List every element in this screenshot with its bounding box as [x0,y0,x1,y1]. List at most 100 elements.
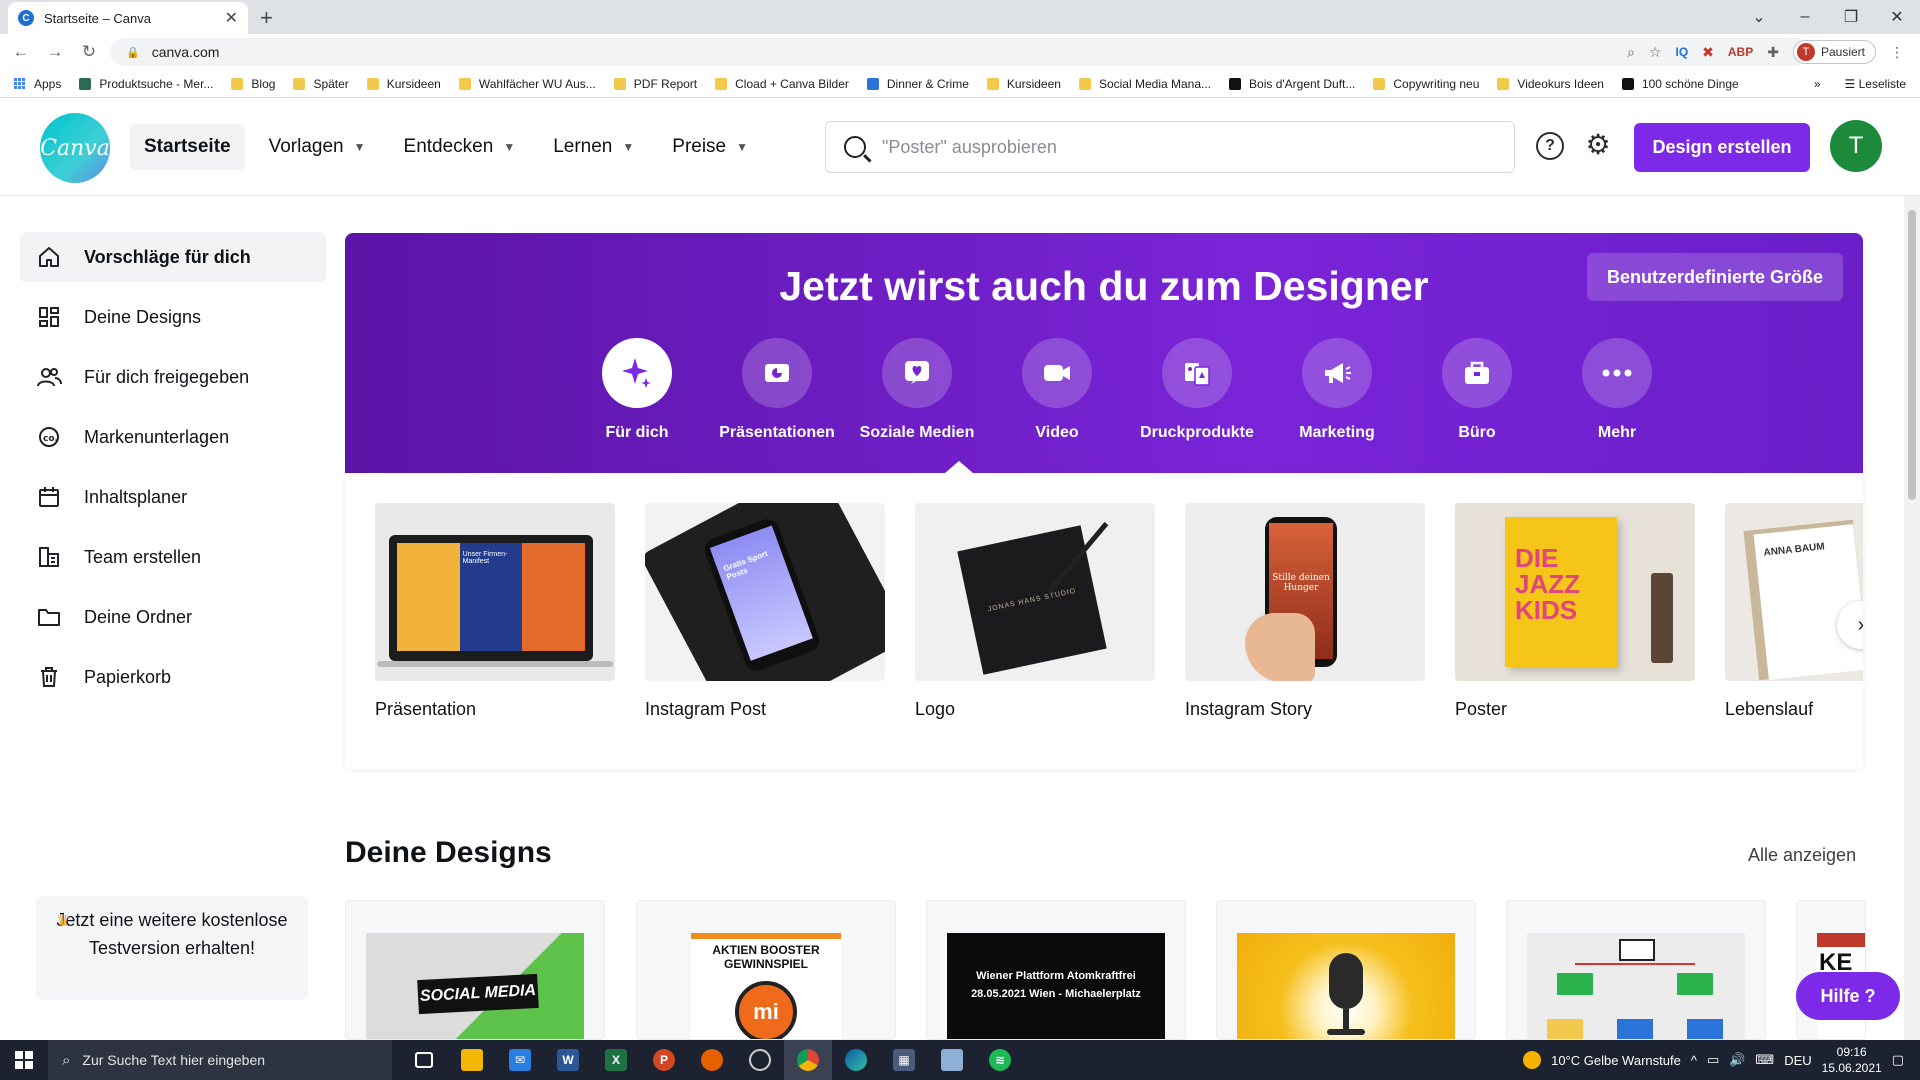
template-card-logo[interactable]: JONAS HANS STUDIO Logo [915,503,1155,720]
nav-preise[interactable]: Preise ▼ [658,124,762,170]
more-bookmarks-icon[interactable]: » [1814,77,1821,91]
nav-entdecken[interactable]: Entdecken ▼ [390,124,530,170]
category-praesentationen[interactable]: Präsentationen [707,338,847,442]
new-tab-button[interactable]: + [260,5,273,31]
close-icon[interactable]: ✕ [225,8,238,28]
bookmark-item[interactable]: Blog [231,77,275,91]
nav-startseite[interactable]: Startseite [130,124,245,170]
bookmark-item[interactable]: Kursideen [986,77,1061,91]
design-card[interactable]: SOCIAL MEDIA [345,900,605,1040]
iq-extension-icon[interactable]: IQ [1675,45,1688,59]
category-marketing[interactable]: Marketing [1267,338,1407,442]
design-card[interactable] [1506,900,1766,1040]
taskbar-app-explorer[interactable] [448,1040,496,1080]
window-close-icon[interactable]: ✕ [1874,7,1920,27]
help-button[interactable]: Hilfe ? [1796,972,1900,1020]
language-indicator[interactable]: DEU [1784,1053,1811,1068]
category-buero[interactable]: Büro [1407,338,1547,442]
adblock-extension-icon[interactable]: ABP [1728,45,1753,59]
bookmark-item[interactable]: Wahlfächer WU Aus... [458,77,596,91]
sidebar-item-markenunterlagen[interactable]: co. Markenunterlagen [20,412,326,462]
bookmark-item[interactable]: Kursideen [366,77,441,91]
search-box[interactable] [825,121,1515,173]
taskbar-app-word[interactable]: W [544,1040,592,1080]
chevron-up-icon[interactable]: ^ [1691,1053,1697,1068]
bookmark-item[interactable]: Videokurs Ideen [1497,77,1604,91]
taskbar-app-firefox[interactable] [688,1040,736,1080]
back-icon[interactable]: ← [8,42,34,62]
nav-lernen[interactable]: Lernen ▼ [539,124,648,170]
taskbar-app-powerpoint[interactable]: P [640,1040,688,1080]
bookmark-item[interactable]: Copywriting neu [1373,77,1479,91]
taskbar-app-mail[interactable]: ✉ [496,1040,544,1080]
windows-start-button[interactable] [0,1040,48,1080]
sidebar-item-deine-designs[interactable]: Deine Designs [20,292,326,342]
reload-icon[interactable]: ↻ [76,42,102,62]
notifications-icon[interactable]: ▢ [1892,1052,1904,1068]
category-soziale-medien[interactable]: Soziale Medien [847,338,987,442]
volume-icon[interactable]: 🔊 [1729,1052,1745,1068]
category-druckprodukte[interactable]: Druckprodukte [1127,338,1267,442]
bookmark-item[interactable]: Social Media Mana... [1078,77,1211,91]
taskbar-app-spotify[interactable]: ≋ [976,1040,1024,1080]
template-card-poster[interactable]: DIE JAZZ KIDS Poster [1455,503,1695,720]
minimize-icon[interactable]: – [1782,8,1828,26]
tab-search-icon[interactable]: ⌄ [1736,7,1782,27]
sidebar-item-freigegeben[interactable]: Für dich freigegeben [20,352,326,402]
search-input[interactable] [882,136,1462,158]
bookmark-item[interactable]: PDF Report [613,77,697,91]
custom-size-button[interactable]: Benutzerdefinierte Größe [1586,253,1843,301]
bookmark-item[interactable]: 100 schöne Dinge [1621,77,1739,91]
bookmark-apps[interactable]: Apps [14,77,61,91]
bookmark-item[interactable]: Später [293,77,349,91]
taskbar-app-camera[interactable] [736,1040,784,1080]
keyboard-icon[interactable]: ⌨ [1755,1052,1774,1068]
scrollbar-thumb[interactable] [1908,210,1916,500]
design-card[interactable] [1216,900,1476,1040]
bookmark-star-icon[interactable]: ☆ [1649,44,1662,61]
design-card[interactable]: AKTIEN BOOSTER GEWINNSPIEL mi [636,900,896,1040]
browser-tab[interactable]: C Startseite – Canva ✕ [8,2,248,34]
help-icon[interactable]: ? [1536,132,1564,160]
bookmark-item[interactable]: Dinner & Crime [866,77,969,91]
template-card-instagram-post[interactable]: Gratis Sport Posts Instagram Post [645,503,885,720]
taskbar-app-edge[interactable] [832,1040,880,1080]
menu-icon[interactable]: ⋮ [1890,44,1904,61]
sidebar-item-papierkorb[interactable]: Papierkorb [20,652,326,702]
category-fuer-dich[interactable]: Für dich [567,338,707,442]
maximize-icon[interactable]: ❐ [1828,7,1874,27]
bookmark-item[interactable]: Bois d'Argent Duft... [1229,77,1355,91]
bookmark-item[interactable]: Produktsuche - Mer... [79,77,213,91]
page-scrollbar[interactable] [1904,196,1920,1040]
category-mehr[interactable]: Mehr [1547,338,1687,442]
zoom-icon[interactable]: ⌕ [1627,44,1635,61]
sidebar-item-team-erstellen[interactable]: Team erstellen [20,532,326,582]
taskbar-search[interactable]: ⌕ Zur Suche Text hier eingeben [48,1040,392,1080]
taskbar-app-chrome[interactable] [784,1040,832,1080]
create-design-button[interactable]: Design erstellen [1634,123,1810,172]
weather-text[interactable]: 10°C Gelbe Warnstufe [1551,1053,1681,1068]
network-icon[interactable]: ▭ [1707,1052,1719,1068]
forward-icon[interactable]: → [42,42,68,62]
sidebar-item-inhaltsplaner[interactable]: Inhaltsplaner [20,472,326,522]
template-card-praesentation[interactable]: Unser Firmen-Manifest Präsentation [375,503,615,720]
taskbar-app-notepad[interactable] [928,1040,976,1080]
gear-icon[interactable]: ⚙ [1582,128,1614,160]
nav-vorlagen[interactable]: Vorlagen ▼ [255,124,380,170]
task-view-button[interactable] [400,1040,448,1080]
sidebar-item-ordner[interactable]: Deine Ordner [20,592,326,642]
sidebar-item-vorschlaege[interactable]: Vorschläge für dich [20,232,326,282]
design-card[interactable]: Wiener Plattform Atomkraftfrei 28.05.202… [926,900,1186,1040]
taskbar-app-excel[interactable]: X [592,1040,640,1080]
puzzle-icon[interactable]: ✚ [1767,44,1779,61]
canva-logo[interactable]: Canva [40,113,110,183]
url-field[interactable]: 🔒 canva.com [110,38,1810,66]
trial-promo[interactable]: ♛ Jetzt eine weitere kostenlose Testvers… [36,896,308,1000]
profile-button[interactable]: T Pausiert [1792,40,1876,64]
reading-list[interactable]: ☰ Leseliste [1845,77,1906,91]
template-card-instagram-story[interactable]: Stille deinen Hunger Instagram Story [1185,503,1425,720]
category-video[interactable]: Video [987,338,1127,442]
show-all-link[interactable]: Alle anzeigen [1748,845,1856,866]
clock[interactable]: 09:16 15.06.2021 [1822,1044,1882,1076]
bookmark-item[interactable]: Cload + Canva Bilder [715,77,849,91]
